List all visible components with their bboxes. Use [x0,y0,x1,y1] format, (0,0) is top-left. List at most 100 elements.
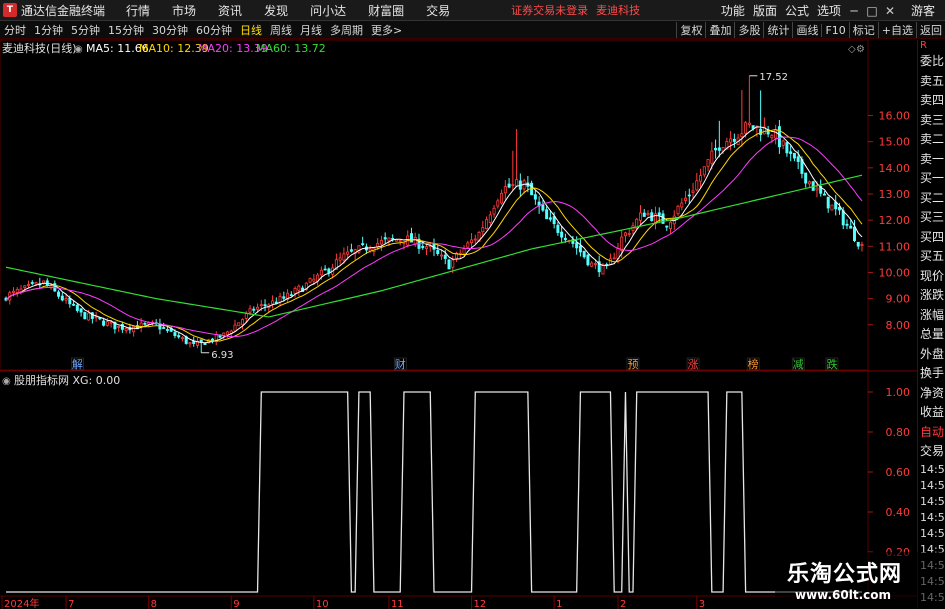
legend-toggle-icon[interactable]: ◉ [74,44,83,55]
candle-body [807,181,811,185]
candle-body [837,206,841,211]
side-item[interactable]: 卖四 [918,91,945,111]
candle-body [12,290,16,293]
candle-body [500,192,504,204]
side-item[interactable]: 涨跌 [918,286,945,306]
low-price-label: 6.93 [211,350,233,361]
candle-body [226,331,230,336]
candle-body [586,254,590,266]
side-item[interactable]: 现价 [918,267,945,287]
candle-body [293,287,297,294]
event-marker[interactable]: 解 [72,357,83,371]
indicator-toggle-icon[interactable]: ◉ [2,376,11,387]
settings-icon[interactable]: ⚙ [856,44,865,55]
candle-body [143,322,147,325]
candle-body [830,204,834,211]
candle-body [443,254,447,259]
ma60-legend: MA60: 13.72 [256,42,326,55]
candle-body [15,288,19,293]
candle-body [548,217,552,220]
event-marker[interactable]: 涨 [688,358,699,371]
side-auto-label[interactable]: 自动 [918,423,945,443]
event-marker[interactable]: 榜 [748,357,759,371]
side-item[interactable]: 换手 [918,364,945,384]
candle-body [319,269,323,276]
candle-body [706,159,710,167]
time-tick-label: 11 [391,599,404,609]
side-item[interactable]: 卖三 [918,111,945,131]
candle-body [612,257,616,260]
price-tick-label: 8.00 [886,319,911,332]
candle-body [563,237,567,241]
side-item[interactable]: 卖二 [918,130,945,150]
candle-body [575,242,579,249]
diamond-icon[interactable]: ◇ [848,44,856,55]
candle-body [83,312,87,320]
candle-body [162,327,166,329]
xg-signal-line [6,391,862,593]
side-item[interactable]: 卖一 [918,150,945,170]
indicator-r-button[interactable]: R [918,40,945,52]
candle-body [398,240,402,243]
event-marker[interactable]: 预 [627,358,638,371]
candle-body [203,342,207,345]
candle-body [646,213,650,215]
time-tick-label: 10 [316,599,329,609]
candle-body [665,225,669,228]
candle-body [822,193,826,196]
side-item[interactable]: 买四 [918,228,945,248]
candle-body [327,268,331,274]
side-item[interactable]: 买五 [918,247,945,267]
candle-body [785,142,789,154]
side-item[interactable]: 总量 [918,325,945,345]
candle-body [394,239,398,242]
candle-body [593,263,597,265]
candle-body [590,262,594,267]
candle-body [680,202,684,208]
tool-back[interactable]: 返回 [916,22,945,38]
event-marker[interactable]: 财 [395,357,406,371]
candle-body [282,296,286,299]
candle-body [770,135,774,139]
side-item[interactable]: 净资 [918,384,945,404]
side-item[interactable]: 买二 [918,189,945,209]
side-item[interactable]: 买一 [918,169,945,189]
candle-body [60,295,64,301]
candle-body [30,282,34,284]
candle-body [252,308,256,311]
candle-body [699,175,703,182]
candle-body [102,320,106,326]
candle-body [792,152,796,159]
candle-body [796,156,800,162]
candle-body [642,212,646,217]
candle-body [856,241,860,247]
candle-body [777,126,781,148]
candle-body [132,325,136,333]
candle-body [826,196,830,209]
candle-body [462,248,466,255]
tick-time: 14:56 [920,510,945,524]
stock-label: 麦迪科技(日线) [2,41,77,55]
candle-body [515,179,519,187]
side-item[interactable]: 收益 [918,403,945,423]
candle-body [361,243,365,246]
price-tick-label: 14.00 [879,162,911,175]
side-item[interactable]: 委比 [918,52,945,72]
side-item[interactable]: 外盘 [918,345,945,365]
candle-body [383,237,387,240]
event-marker[interactable]: 减 [793,358,804,371]
side-item[interactable]: 卖五 [918,72,945,92]
candle-body [23,285,27,288]
candle-body [42,280,46,284]
ma20-line [5,136,863,338]
candle-body [545,209,549,220]
kline-chart[interactable]: 麦迪科技(日线) ◉ MA5: 11.66 MA10: 12.39 MA20: … [0,0,917,609]
price-axis-ticks: 16.00 15.00 14.00 13.00 12.00 11.00 10.00 9.00 8… [868,110,910,332]
event-marker[interactable]: 跌 [826,357,837,371]
side-item[interactable]: 涨幅 [918,306,945,326]
candle-body [616,248,620,259]
side-item[interactable]: 买三 [918,208,945,228]
side-trade-label[interactable]: 交易 [918,442,945,462]
price-tick-label: 16.00 [879,110,911,123]
candle-body [387,237,391,242]
